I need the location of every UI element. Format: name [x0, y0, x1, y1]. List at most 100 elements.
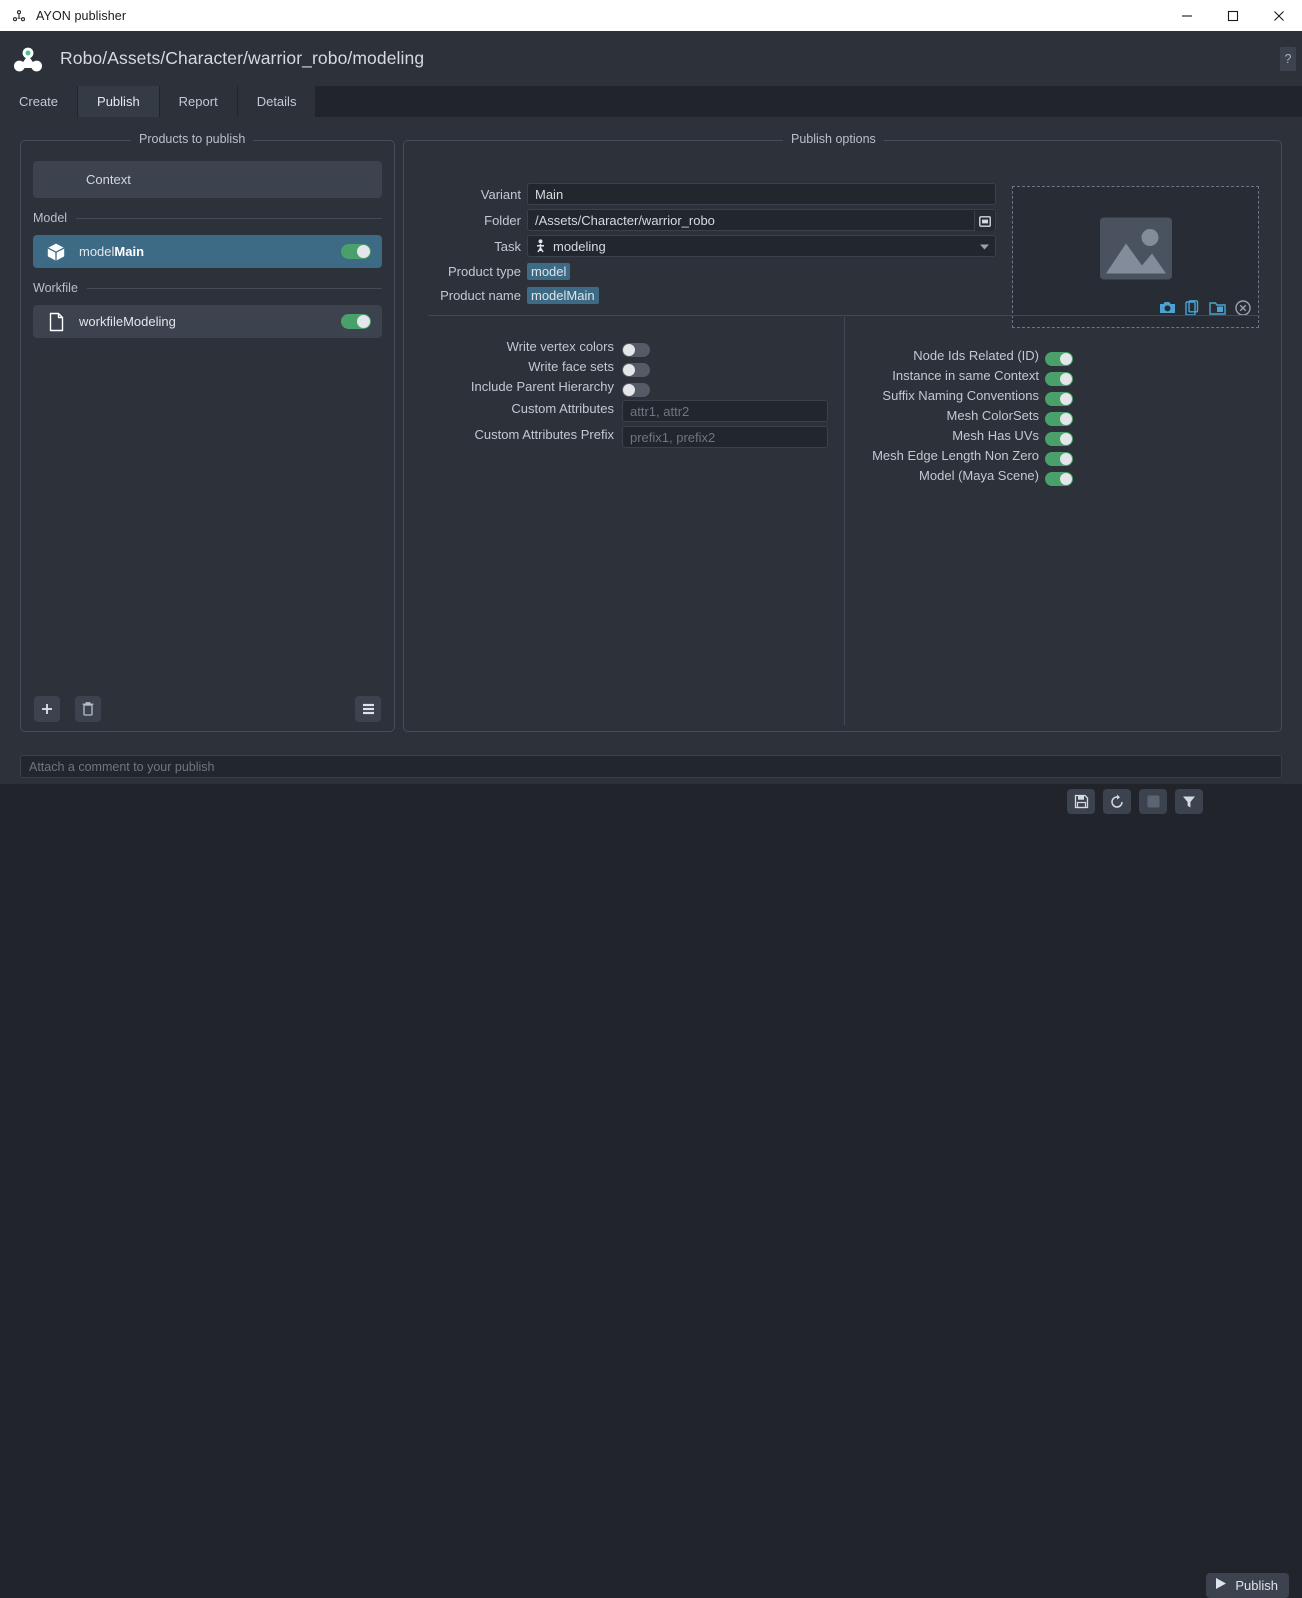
main-tabs: Create Publish Report Details — [0, 86, 1302, 117]
ayon-triangle-logo-icon — [13, 44, 43, 74]
option-write-face-sets: Write face sets — [424, 359, 614, 374]
variant-label: Variant — [424, 187, 521, 202]
option-model-maya-scene: Model (Maya Scene) — [824, 468, 1039, 483]
product-type-label: Product type — [424, 264, 521, 279]
context-item-label: Context — [86, 172, 131, 187]
window-titlebar: AYON publisher — [0, 0, 1302, 31]
write-vertex-colors-toggle[interactable] — [622, 341, 650, 359]
folder-input[interactable]: /Assets/Character/warrior_robo — [527, 209, 996, 231]
custom-attributes-prefix-placeholder: prefix1, prefix2 — [630, 430, 715, 445]
suffix-naming-conventions-toggle[interactable] — [1045, 390, 1073, 408]
window-picker-icon[interactable] — [974, 211, 994, 231]
include-parent-hierarchy-toggle[interactable] — [622, 381, 650, 399]
save-button[interactable] — [1067, 789, 1095, 814]
camera-icon[interactable] — [1159, 300, 1176, 321]
comment-placeholder: Attach a comment to your publish — [29, 760, 215, 774]
option-label: Node Ids Related (ID) — [913, 348, 1039, 363]
option-label: Write vertex colors — [507, 339, 614, 354]
mesh-has-uvs-toggle[interactable] — [1045, 430, 1073, 448]
custom-attributes-input[interactable]: attr1, attr2 — [622, 400, 828, 422]
folder-value: /Assets/Character/warrior_robo — [535, 213, 715, 228]
option-label: Suffix Naming Conventions — [882, 388, 1039, 403]
option-mesh-colorsets: Mesh ColorSets — [824, 408, 1039, 423]
task-value: modeling — [553, 239, 606, 254]
option-label: Write face sets — [528, 359, 614, 374]
instance-in-same-context-toggle[interactable] — [1045, 370, 1073, 388]
product-name-value: modelMain — [527, 287, 599, 304]
product-row-workfile-modeling[interactable]: workfileModeling — [33, 305, 382, 338]
option-label: Mesh ColorSets — [947, 408, 1039, 423]
product-name-label: Product name — [424, 288, 521, 303]
option-label: Mesh Edge Length Non Zero — [872, 448, 1039, 463]
person-icon — [535, 239, 546, 253]
products-panel: Products to publish Context Model modelM… — [20, 140, 395, 732]
minimize-button[interactable] — [1164, 0, 1210, 31]
product-name-label: workfileModeling — [79, 314, 176, 329]
tab-create[interactable]: Create — [0, 86, 77, 117]
delete-product-button[interactable] — [75, 696, 101, 722]
node-ids-related-toggle[interactable] — [1045, 350, 1073, 368]
variant-value: Main — [535, 187, 563, 202]
paste-clipboard-icon[interactable] — [1185, 300, 1200, 321]
variant-input[interactable]: Main — [527, 183, 996, 205]
task-label: Task — [424, 239, 521, 254]
option-label: Include Parent Hierarchy — [471, 379, 614, 394]
cube-icon — [45, 241, 67, 263]
folder-label: Folder — [424, 213, 521, 228]
comment-input[interactable]: Attach a comment to your publish — [20, 755, 1282, 778]
option-label: Custom Attributes — [511, 401, 614, 416]
option-suffix-naming-conventions: Suffix Naming Conventions — [824, 388, 1039, 403]
product-enable-toggle[interactable] — [341, 313, 371, 331]
filter-button[interactable] — [1175, 789, 1203, 814]
mesh-colorsets-toggle[interactable] — [1045, 410, 1073, 428]
option-instance-in-same-context: Instance in same Context — [824, 368, 1039, 383]
tab-publish[interactable]: Publish — [78, 86, 159, 117]
task-combobox[interactable]: modeling — [527, 235, 996, 257]
option-custom-attributes: Custom Attributes — [424, 401, 614, 416]
model-maya-scene-toggle[interactable] — [1045, 470, 1073, 488]
main-body: Products to publish Context Model modelM… — [0, 117, 1302, 748]
add-product-button[interactable] — [34, 696, 60, 722]
group-rule — [76, 218, 382, 219]
hamburger-menu-icon[interactable] — [355, 696, 381, 722]
publish-button[interactable]: Publish — [1206, 1573, 1289, 1598]
option-write-vertex-colors: Write vertex colors — [424, 339, 614, 354]
comment-bar: Attach a comment to your publish — [0, 748, 1302, 784]
thumbnail-widget[interactable] — [1012, 186, 1259, 328]
app-header: Robo/Assets/Character/warrior_robo/model… — [0, 31, 1302, 86]
group-label-workfile: Workfile — [33, 281, 78, 295]
write-face-sets-toggle[interactable] — [622, 361, 650, 379]
context-item[interactable]: Context — [33, 161, 382, 198]
maximize-button[interactable] — [1210, 0, 1256, 31]
product-row-model-main[interactable]: modelMain — [33, 235, 382, 268]
publish-button-label: Publish — [1235, 1578, 1278, 1593]
product-enable-toggle[interactable] — [341, 243, 371, 261]
tab-report[interactable]: Report — [160, 86, 237, 117]
page-title: Robo/Assets/Character/warrior_robo/model… — [60, 48, 424, 69]
option-label: Instance in same Context — [892, 368, 1039, 383]
custom-attributes-placeholder: attr1, attr2 — [630, 404, 689, 419]
close-button[interactable] — [1256, 0, 1302, 31]
publish-options-title: Publish options — [783, 132, 884, 146]
file-icon — [45, 311, 67, 333]
mesh-edge-length-non-zero-toggle[interactable] — [1045, 450, 1073, 468]
folder-browse-icon[interactable] — [1209, 300, 1226, 321]
chevron-down-icon[interactable] — [974, 237, 994, 257]
stop-button[interactable] — [1139, 789, 1167, 814]
help-button[interactable]: ? — [1280, 47, 1296, 71]
group-header-model: Model — [33, 211, 382, 225]
ayon-logo-icon — [12, 9, 26, 23]
clear-circle-x-icon[interactable] — [1235, 300, 1251, 321]
thumbnail-actions — [1159, 300, 1251, 321]
option-custom-attributes-prefix: Custom Attributes Prefix — [424, 427, 614, 442]
option-node-ids-related: Node Ids Related (ID) — [824, 348, 1039, 363]
option-mesh-has-uvs: Mesh Has UVs — [824, 428, 1039, 443]
footer-bar: Publish — [0, 784, 1302, 832]
reset-button[interactable] — [1103, 789, 1131, 814]
option-label: Custom Attributes Prefix — [475, 427, 614, 442]
group-label-model: Model — [33, 211, 67, 225]
product-name-label: modelMain — [79, 244, 144, 259]
option-mesh-edge-length-non-zero: Mesh Edge Length Non Zero — [824, 448, 1039, 463]
custom-attributes-prefix-input[interactable]: prefix1, prefix2 — [622, 426, 828, 448]
tab-details[interactable]: Details — [238, 86, 316, 117]
